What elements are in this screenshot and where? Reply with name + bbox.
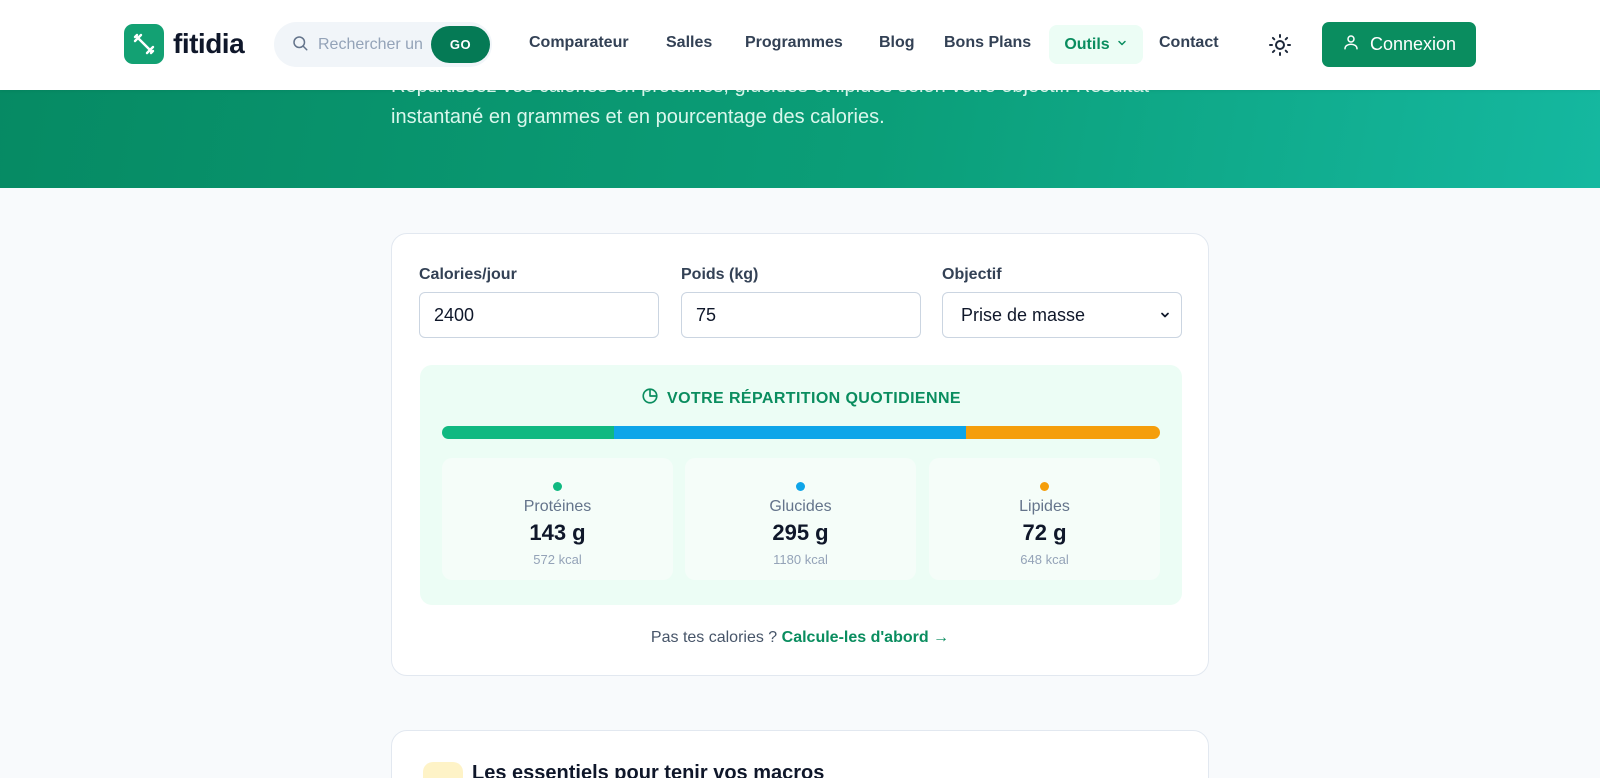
glucides-dot: [796, 482, 805, 491]
macro-calculator-card: Calories/jour 2400 Poids (kg) 75 Objecti…: [391, 233, 1209, 676]
basket-icon: [423, 762, 463, 778]
result-heading: VOTRE RÉPARTITION QUOTIDIENNE: [420, 387, 1182, 410]
sun-icon[interactable]: [1268, 33, 1292, 57]
dumbbell-icon: [124, 24, 164, 64]
glucides-label: Glucides: [769, 498, 832, 515]
calories-hint-text: Pas tes calories ?: [650, 629, 778, 646]
macro-distribution-bar: [442, 426, 1160, 439]
pie-chart-icon: [641, 387, 659, 410]
macro-card-lipides: Lipides 72 g 648 kcal: [929, 458, 1160, 580]
nav-programmes[interactable]: Programmes: [745, 34, 843, 52]
nav-blog[interactable]: Blog: [879, 34, 915, 52]
macro-result-panel: VOTRE RÉPARTITION QUOTIDIENNE Protéines …: [420, 365, 1182, 605]
nav-contact[interactable]: Contact: [1159, 34, 1219, 52]
essentials-title: Les essentiels pour tenir vos macros: [472, 762, 825, 778]
calories-label: Calories/jour: [419, 266, 517, 283]
site-header: fitidia GO Comparateur Salles Programmes…: [0, 0, 1600, 90]
macro-card-glucides: Glucides 295 g 1180 kcal: [685, 458, 916, 580]
essentials-card: Les essentiels pour tenir vos macros: [391, 730, 1209, 778]
bar-segment-glucides: [614, 426, 967, 439]
search-go-button[interactable]: GO: [431, 26, 490, 63]
chevron-down-icon: [1116, 36, 1128, 54]
login-label: Connexion: [1369, 34, 1457, 54]
logo[interactable]: fitidia: [124, 24, 245, 64]
goal-label: Objectif: [942, 266, 1002, 283]
search-input[interactable]: [318, 32, 430, 57]
calorie-calculator-link[interactable]: Calcule-les d'abord →: [782, 629, 949, 646]
nav-outils-label: Outils: [1064, 35, 1110, 53]
lipides-label: Lipides: [1019, 498, 1070, 515]
lipides-dot: [1040, 482, 1049, 491]
proteines-kcal: 572 kcal: [533, 552, 582, 567]
nav-bons-plans[interactable]: Bons Plans: [944, 34, 1031, 52]
bar-segment-lipides: [966, 426, 1160, 439]
result-title: VOTRE RÉPARTITION QUOTIDIENNE: [667, 389, 961, 407]
goal-selected-value: Prise de masse: [961, 304, 1086, 325]
calories-hint: Pas tes calories ? Calcule-les d'abord →: [392, 629, 1208, 647]
lipides-grams: 72 g: [1022, 520, 1067, 545]
login-button[interactable]: Connexion: [1322, 22, 1476, 67]
nav-salles[interactable]: Salles: [666, 34, 712, 52]
search-icon: [291, 34, 309, 57]
weight-input[interactable]: 75: [681, 292, 921, 338]
macro-card-proteines: Protéines 143 g 572 kcal: [442, 458, 673, 580]
proteines-label: Protéines: [523, 498, 592, 515]
glucides-grams: 295 g: [772, 520, 829, 545]
logo-text: fitidia: [173, 28, 245, 59]
proteines-grams: 143 g: [529, 520, 586, 545]
proteines-dot: [553, 482, 562, 491]
goal-select[interactable]: Prise de masse: [942, 292, 1182, 338]
user-icon: [1342, 33, 1360, 56]
lipides-kcal: 648 kcal: [1020, 552, 1069, 567]
nav-outils-dropdown[interactable]: Outils: [1049, 25, 1143, 64]
calories-input[interactable]: 2400: [419, 292, 659, 338]
search-bar: GO: [274, 22, 492, 67]
weight-label: Poids (kg): [681, 266, 759, 283]
bar-segment-proteines: [442, 426, 615, 439]
glucides-kcal: 1180 kcal: [773, 552, 828, 567]
nav-comparateur[interactable]: Comparateur: [529, 34, 629, 52]
chevron-down-icon: [1159, 305, 1171, 326]
